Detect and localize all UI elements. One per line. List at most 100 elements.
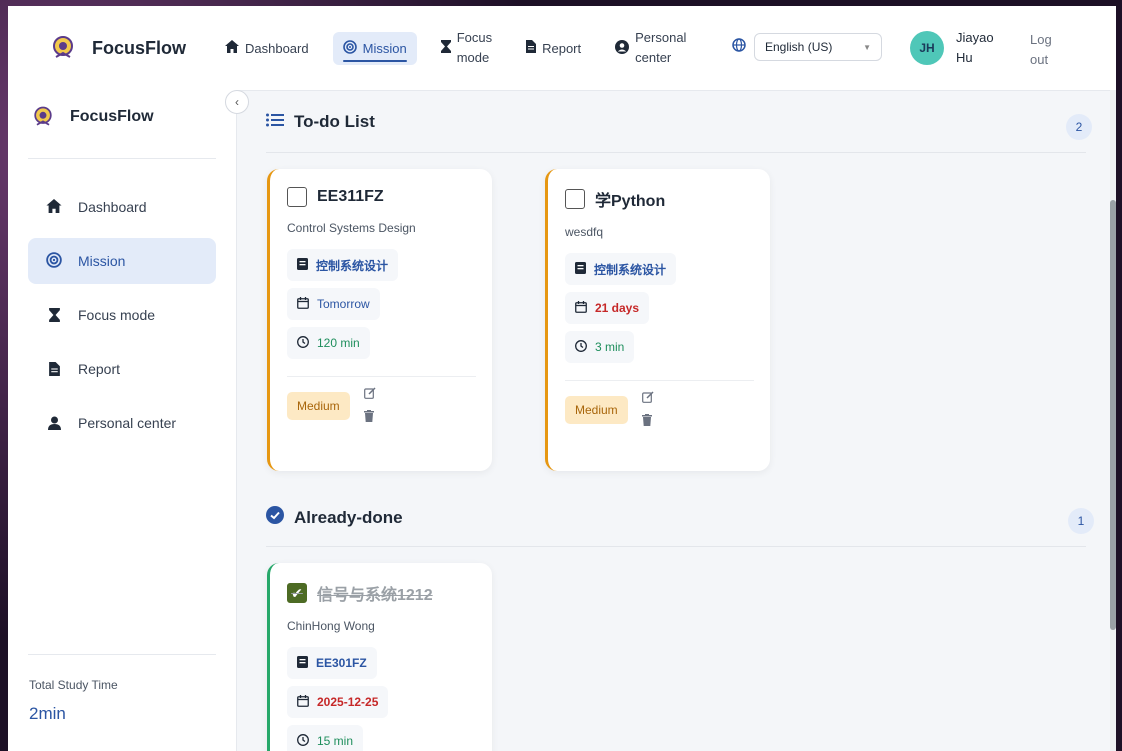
globe-icon: [732, 37, 746, 57]
card-divider: [565, 380, 754, 381]
card-actions: [363, 387, 376, 425]
nav-dashboard-label: Dashboard: [245, 40, 309, 56]
nav-focus-mode-label: Focus mode: [456, 30, 493, 65]
nav-personal-center[interactable]: Personal center: [605, 20, 696, 76]
calendar-icon: [297, 694, 309, 710]
nav-report[interactable]: Report: [516, 32, 591, 64]
avatar[interactable]: JH: [910, 31, 944, 65]
top-nav: Dashboard Mission Focus mode Report Pers…: [215, 6, 710, 90]
sidebar-item-label: Report: [78, 361, 121, 377]
task-checkbox-checked[interactable]: ✔: [287, 583, 307, 603]
card-actions: [641, 391, 654, 429]
scrollbar[interactable]: [1110, 90, 1116, 751]
sidebar-item-label: Focus mode: [78, 307, 156, 323]
task-title: 学Python: [595, 193, 666, 210]
nav-focus-mode[interactable]: Focus mode: [431, 20, 502, 76]
course-tag: 控制系统设计: [287, 249, 399, 281]
sidebar-item-mission[interactable]: Mission: [28, 238, 216, 284]
done-card[interactable]: ✔ 信号与系统1212 ChinHong Wong EE301FZ 2025-1…: [267, 563, 492, 751]
sidebar-brand-name: FocusFlow: [70, 108, 154, 125]
trash-icon[interactable]: [363, 410, 376, 425]
task-subtitle: wesdfq: [565, 225, 604, 239]
language-value: English (US): [765, 40, 833, 54]
duration-tag: 120 min: [287, 327, 370, 359]
todo-section-header: To-do List: [266, 112, 375, 132]
sidebar-item-dashboard[interactable]: Dashboard: [28, 184, 216, 230]
sidebar-divider: [28, 158, 216, 159]
main-content: To-do List 2 EE311FZ Control Systems Des…: [237, 90, 1116, 751]
sidebar-item-focus-mode[interactable]: Focus mode: [28, 292, 216, 338]
sidebar-brand[interactable]: FocusFlow: [30, 104, 154, 130]
home-icon: [46, 198, 62, 216]
clock-icon: [297, 733, 309, 749]
logo-icon: [30, 104, 56, 130]
done-count-badge: 1: [1068, 508, 1094, 534]
done-section-title: Already-done: [294, 507, 403, 527]
card-footer: Medium: [565, 391, 754, 443]
sidebar-item-report[interactable]: Report: [28, 346, 216, 392]
todo-section-title: To-do List: [294, 112, 375, 131]
card-title-row: ✔ 信号与系统1212: [287, 581, 476, 605]
check-circle-icon: [266, 506, 284, 529]
done-section-header: Already-done: [266, 506, 403, 529]
sidebar: FocusFlow Dashboard Mission Focus mode R…: [8, 90, 237, 751]
course-tag: EE301FZ: [287, 647, 377, 679]
study-time-value: 2min: [29, 704, 66, 723]
collapse-sidebar-button[interactable]: ‹: [225, 90, 249, 114]
sidebar-divider: [28, 654, 216, 655]
task-subtitle: Control Systems Design: [287, 221, 416, 235]
logout-button[interactable]: Log out: [1030, 30, 1060, 70]
list-icon: [266, 113, 284, 132]
user-menu[interactable]: JH Jiayao Hu: [910, 28, 1006, 68]
nav-personal-center-label: Personal center: [635, 30, 687, 65]
target-icon: [46, 251, 62, 271]
priority-badge: Medium: [565, 396, 628, 424]
home-icon: [225, 40, 239, 56]
language-select[interactable]: English (US) ▼: [754, 33, 882, 61]
due-tag: 21 days: [565, 292, 650, 324]
nav-report-label: Report: [542, 40, 582, 56]
logo-icon: [46, 31, 80, 65]
task-title: 信号与系统1212: [317, 587, 433, 604]
hourglass-icon: [440, 40, 451, 56]
chevron-left-icon: ‹: [235, 95, 239, 109]
task-checkbox[interactable]: [287, 187, 307, 207]
hourglass-icon: [46, 308, 62, 322]
nav-mission[interactable]: Mission: [332, 31, 417, 65]
study-time-label: Total Study Time: [29, 678, 118, 692]
file-icon: [526, 40, 537, 56]
calendar-icon: [297, 296, 309, 312]
user-circle-icon: [615, 39, 630, 57]
trash-icon[interactable]: [641, 414, 654, 429]
sidebar-item-personal-center[interactable]: Personal center: [28, 400, 216, 446]
section-divider: [266, 546, 1086, 547]
card-title-row: EE311FZ: [287, 187, 476, 207]
task-title: EE311FZ: [317, 188, 384, 205]
clock-icon: [575, 339, 587, 355]
clock-icon: [297, 335, 309, 351]
due-tag: 2025-12-25: [287, 686, 389, 718]
calendar-icon: [575, 300, 587, 316]
book-icon: [575, 261, 586, 277]
user-icon: [46, 416, 62, 430]
brand-name: FocusFlow: [92, 37, 186, 58]
priority-badge: Medium: [287, 392, 350, 420]
brand[interactable]: FocusFlow: [46, 31, 186, 65]
due-tag: Tomorrow: [287, 288, 380, 320]
book-icon: [297, 655, 308, 671]
edit-icon[interactable]: [363, 387, 376, 402]
scrollbar-thumb[interactable]: [1110, 200, 1116, 630]
target-icon: [342, 39, 357, 57]
duration-tag: 3 min: [565, 331, 635, 363]
duration-tag: 15 min: [287, 725, 364, 751]
nav-dashboard[interactable]: Dashboard: [215, 32, 319, 64]
todo-count-badge: 2: [1066, 114, 1092, 140]
edit-icon[interactable]: [641, 391, 654, 406]
check-icon: ✔: [291, 584, 303, 601]
todo-card[interactable]: EE311FZ Control Systems Design 控制系统设计 To…: [267, 169, 492, 471]
todo-card[interactable]: 学Python wesdfq 控制系统设计 21 days 3 min Medi…: [545, 169, 770, 471]
section-divider: [266, 152, 1086, 153]
sidebar-item-label: Personal center: [78, 415, 177, 431]
task-checkbox[interactable]: [565, 189, 585, 209]
book-icon: [297, 257, 308, 273]
